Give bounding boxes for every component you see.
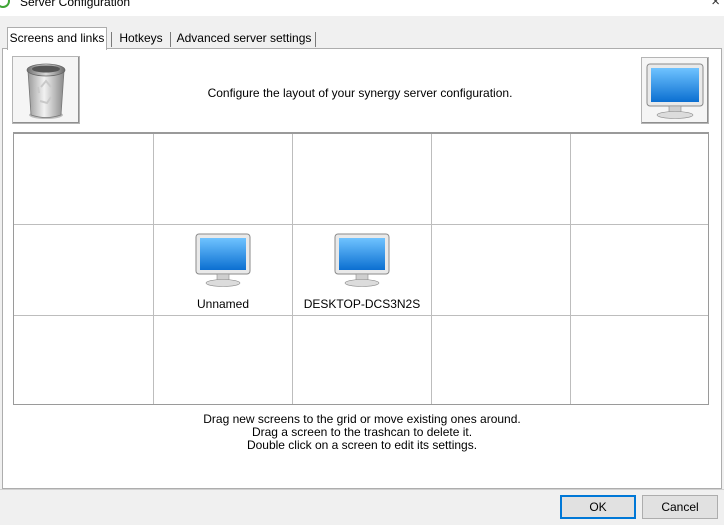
tab-hotkeys[interactable]: Hotkeys [112, 29, 170, 49]
help-text-edit: Double click on a screen to edit its set… [246, 438, 478, 452]
tab-advanced-server-settings[interactable]: Advanced server settings [173, 29, 315, 49]
layout-instructions-header: Configure the layout of your synergy ser… [207, 86, 513, 100]
title-bar: Server Configuration × [0, 0, 724, 16]
synergy-ring-icon [0, 0, 10, 8]
grid-line [570, 134, 571, 404]
monitor-icon [334, 233, 390, 287]
window-title: Server Configuration [20, 0, 131, 9]
monitor-icon [646, 63, 704, 119]
monitor-icon [195, 233, 251, 287]
bottom-divider [0, 489, 724, 490]
tab-separator [315, 32, 316, 47]
grid-screen-unnamed[interactable]: Unnamed [154, 225, 292, 315]
grid-line [14, 315, 708, 316]
grid-screen-desktop[interactable]: DESKTOP-DCS3N2S [293, 225, 431, 315]
screen-grid[interactable]: Unnamed DESKTOP-DCS3N2S [13, 132, 709, 405]
trash-can-icon [26, 63, 66, 119]
screen-name-label: DESKTOP-DCS3N2S [303, 297, 421, 311]
help-text-drag: Drag new screens to the grid or move exi… [203, 412, 521, 426]
close-icon[interactable]: × [711, 0, 720, 10]
ok-button[interactable]: OK [560, 495, 636, 519]
new-screen-button[interactable] [641, 57, 709, 124]
screen-name-label: Unnamed [196, 297, 250, 311]
tab-screens-and-links[interactable]: Screens and links [7, 27, 107, 50]
trash-button[interactable] [12, 56, 80, 124]
grid-line [431, 134, 432, 404]
cancel-button[interactable]: Cancel [642, 495, 718, 519]
tab-separator [170, 32, 171, 47]
help-text-trash: Drag a screen to the trashcan to delete … [251, 425, 473, 439]
